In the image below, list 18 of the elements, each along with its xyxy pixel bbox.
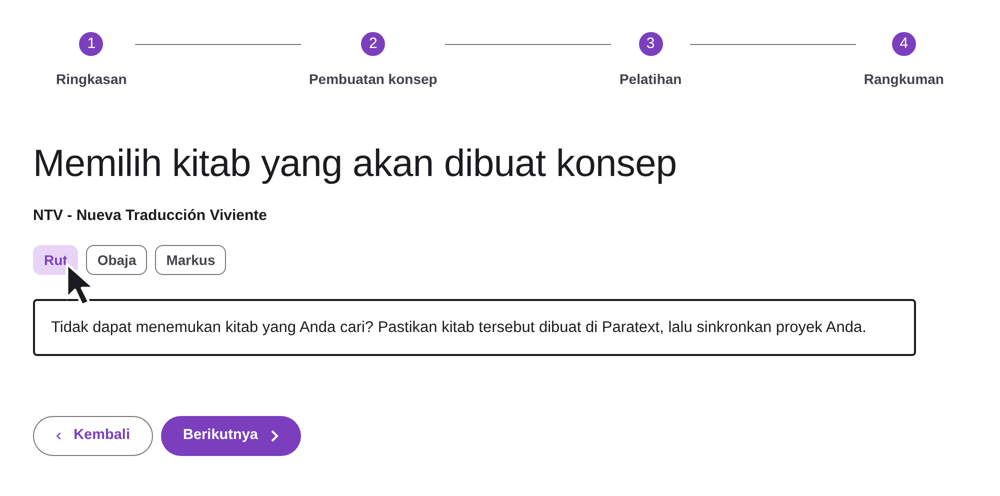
step-label: Pembuatan konsep [308, 70, 438, 89]
book-chip[interactable]: Markus [155, 245, 226, 276]
project-name: NTV - Nueva Traducción Viviente [33, 206, 268, 226]
step-label: Ringkasan [56, 70, 127, 89]
step-number: 2 [361, 32, 386, 56]
chevron-right-icon [270, 430, 279, 442]
notice-box: Tidak dapat menemukan kitab yang Anda cari? Pastikan kitab tersebut dibuat di Paratext, lalu sinkronkan proyek Anda. [33, 299, 916, 356]
step-label: Rangkuman [864, 70, 944, 89]
next-button[interactable]: Berikutnya [161, 416, 301, 456]
book-chip[interactable]: Rut [33, 245, 78, 276]
back-button[interactable]: Kembali [33, 416, 153, 456]
book-chip[interactable]: Obaja [86, 245, 148, 276]
step-number: 4 [892, 32, 916, 56]
step-label: Pelatihan [619, 70, 682, 89]
chevron-left-icon [56, 430, 62, 442]
step-number: 1 [79, 32, 104, 56]
step-number: 3 [638, 32, 663, 56]
page-title: Memilih kitab yang akan dibuat konsep [33, 142, 678, 187]
